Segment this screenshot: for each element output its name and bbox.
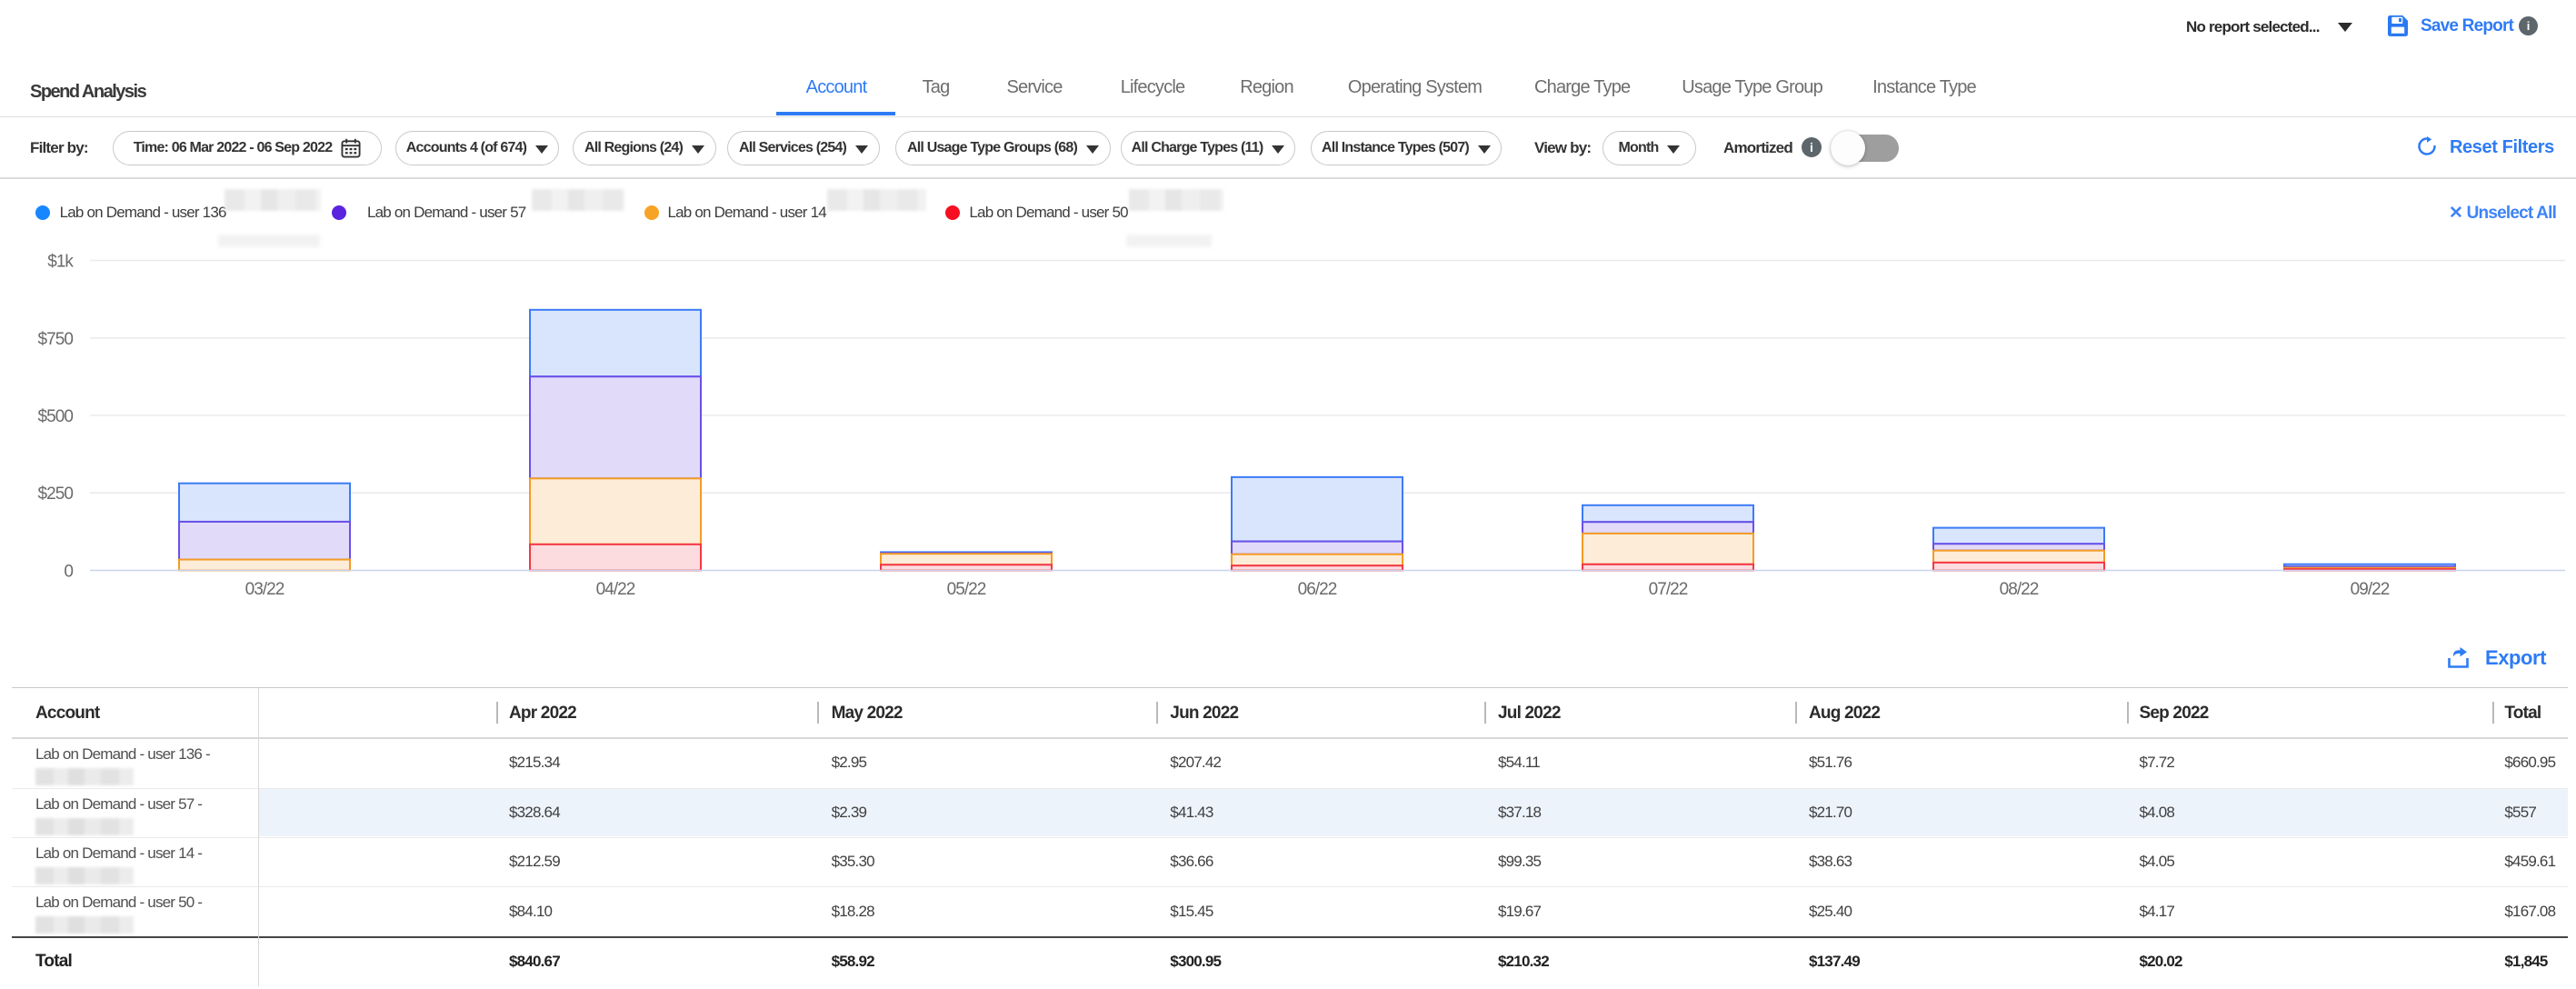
svg-text:$500: $500: [38, 407, 74, 426]
svg-text:$1k: $1k: [47, 253, 74, 272]
svg-text:07/22: 07/22: [1649, 580, 1688, 599]
svg-text:09/22: 09/22: [2351, 580, 2390, 599]
svg-text:$250: $250: [38, 485, 74, 504]
svg-text:$750: $750: [38, 330, 74, 349]
svg-text:08/22: 08/22: [2000, 580, 2039, 599]
svg-text:06/22: 06/22: [1298, 580, 1337, 599]
svg-text:05/22: 05/22: [947, 580, 986, 599]
svg-text:03/22: 03/22: [245, 580, 285, 599]
svg-text:0: 0: [64, 563, 73, 582]
svg-text:04/22: 04/22: [596, 580, 635, 599]
